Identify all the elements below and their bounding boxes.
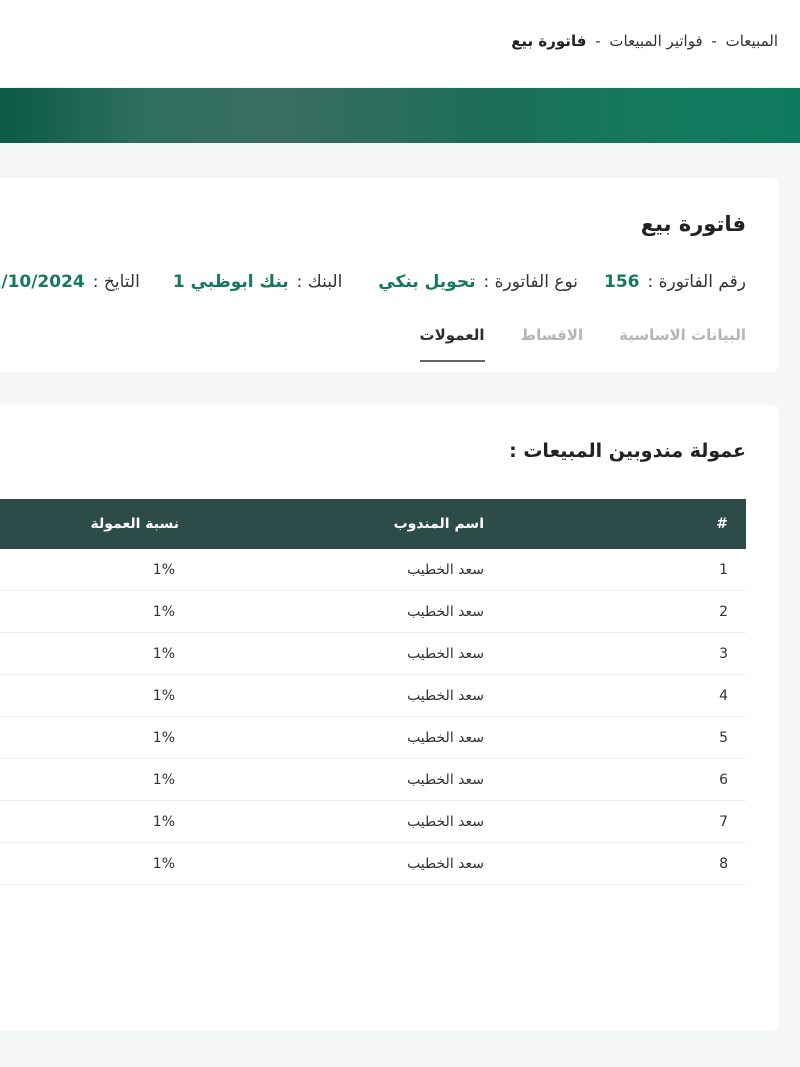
rep-name: سعد الخطيب bbox=[407, 603, 484, 620]
commission-rate: 1% bbox=[152, 855, 175, 872]
table-row: 3 سعد الخطيب 1% bbox=[0, 633, 746, 675]
breadcrumb-item-sales[interactable]: المبيعات bbox=[726, 32, 778, 50]
row-number: 6 bbox=[719, 771, 728, 788]
table-row: 1 سعد الخطيب 1% bbox=[0, 549, 746, 591]
row-number: 3 bbox=[719, 645, 728, 662]
tab-installments[interactable]: الاقساط bbox=[521, 326, 584, 362]
rep-name: سعد الخطيب bbox=[407, 645, 484, 662]
commission-rate: 1% bbox=[152, 729, 175, 746]
commission-rate: 1% bbox=[152, 645, 175, 662]
column-header-number: # bbox=[716, 516, 728, 532]
row-number: 4 bbox=[719, 687, 728, 704]
commissions-table: # اسم المندوب نسبة العمولة 1 سعد الخطيب … bbox=[0, 499, 746, 885]
invoice-meta-row: رقم الفاتورة : 156 نوع الفاتورة : تحويل … bbox=[0, 272, 746, 292]
tab-commissions[interactable]: العمولات bbox=[419, 326, 485, 362]
invoice-tabs: البيانات الاساسية الاقساط العمولات bbox=[419, 326, 746, 362]
invoice-date: التايخ : 31/10/2024 bbox=[0, 272, 140, 292]
top-bar: المبيعات - فواتير المبيعات - فاتورة بيع bbox=[0, 0, 800, 88]
invoice-type-label: نوع الفاتورة : bbox=[483, 272, 578, 292]
invoice-title: فاتورة بيع bbox=[640, 212, 746, 236]
row-number: 1 bbox=[719, 561, 728, 578]
row-number: 2 bbox=[719, 603, 728, 620]
rep-name: سعد الخطيب bbox=[407, 813, 484, 830]
invoice-type: نوع الفاتورة : تحويل بنكي bbox=[378, 272, 578, 292]
column-header-commission-rate: نسبة العمولة bbox=[90, 516, 179, 532]
rep-name: سعد الخطيب bbox=[407, 771, 484, 788]
table-row: 4 سعد الخطيب 1% bbox=[0, 675, 746, 717]
header-banner bbox=[0, 88, 800, 143]
commission-rate: 1% bbox=[152, 687, 175, 704]
rep-name: سعد الخطيب bbox=[407, 687, 484, 704]
commissions-card: عمولة مندوبين المبيعات : # اسم المندوب ن… bbox=[0, 405, 779, 1031]
invoice-bank-value: بنك ابوظبي 1 bbox=[172, 272, 289, 292]
invoice-number-value: 156 bbox=[604, 272, 640, 292]
table-row: 2 سعد الخطيب 1% bbox=[0, 591, 746, 633]
invoice-date-value: 31/10/2024 bbox=[0, 272, 85, 292]
breadcrumb-current: فاتورة بيع bbox=[511, 32, 587, 50]
table-row: 7 سعد الخطيب 1% bbox=[0, 801, 746, 843]
row-number: 5 bbox=[719, 729, 728, 746]
commission-rate: 1% bbox=[152, 561, 175, 578]
table-row: 5 سعد الخطيب 1% bbox=[0, 717, 746, 759]
invoice-number: رقم الفاتورة : 156 bbox=[604, 272, 746, 292]
table-row: 6 سعد الخطيب 1% bbox=[0, 759, 746, 801]
commission-rate: 1% bbox=[152, 603, 175, 620]
table-row: 8 سعد الخطيب 1% bbox=[0, 843, 746, 885]
table-header: # اسم المندوب نسبة العمولة bbox=[0, 499, 746, 549]
commission-rate: 1% bbox=[152, 813, 175, 830]
invoice-date-label: التايخ : bbox=[92, 272, 140, 292]
breadcrumb-separator: - bbox=[595, 32, 601, 50]
invoice-info-card: فاتورة بيع رقم الفاتورة : 156 نوع الفاتو… bbox=[0, 178, 779, 372]
rep-name: سعد الخطيب bbox=[407, 729, 484, 746]
breadcrumb-item-sales-invoices[interactable]: فواتير المبيعات bbox=[609, 32, 702, 50]
invoice-type-value: تحويل بنكي bbox=[378, 272, 476, 292]
breadcrumb: المبيعات - فواتير المبيعات - فاتورة بيع bbox=[511, 32, 778, 50]
commission-rate: 1% bbox=[152, 771, 175, 788]
invoice-number-label: رقم الفاتورة : bbox=[647, 272, 747, 292]
column-header-rep-name: اسم المندوب bbox=[393, 516, 484, 532]
invoice-bank-label: البنك : bbox=[296, 272, 343, 292]
commissions-section-title: عمولة مندوبين المبيعات : bbox=[509, 440, 746, 462]
tab-basic-data[interactable]: البيانات الاساسية bbox=[619, 326, 746, 362]
invoice-bank: البنك : بنك ابوظبي 1 bbox=[173, 272, 342, 292]
rep-name: سعد الخطيب bbox=[407, 561, 484, 578]
rep-name: سعد الخطيب bbox=[407, 855, 484, 872]
row-number: 8 bbox=[719, 855, 728, 872]
breadcrumb-separator: - bbox=[711, 32, 717, 50]
row-number: 7 bbox=[719, 813, 728, 830]
